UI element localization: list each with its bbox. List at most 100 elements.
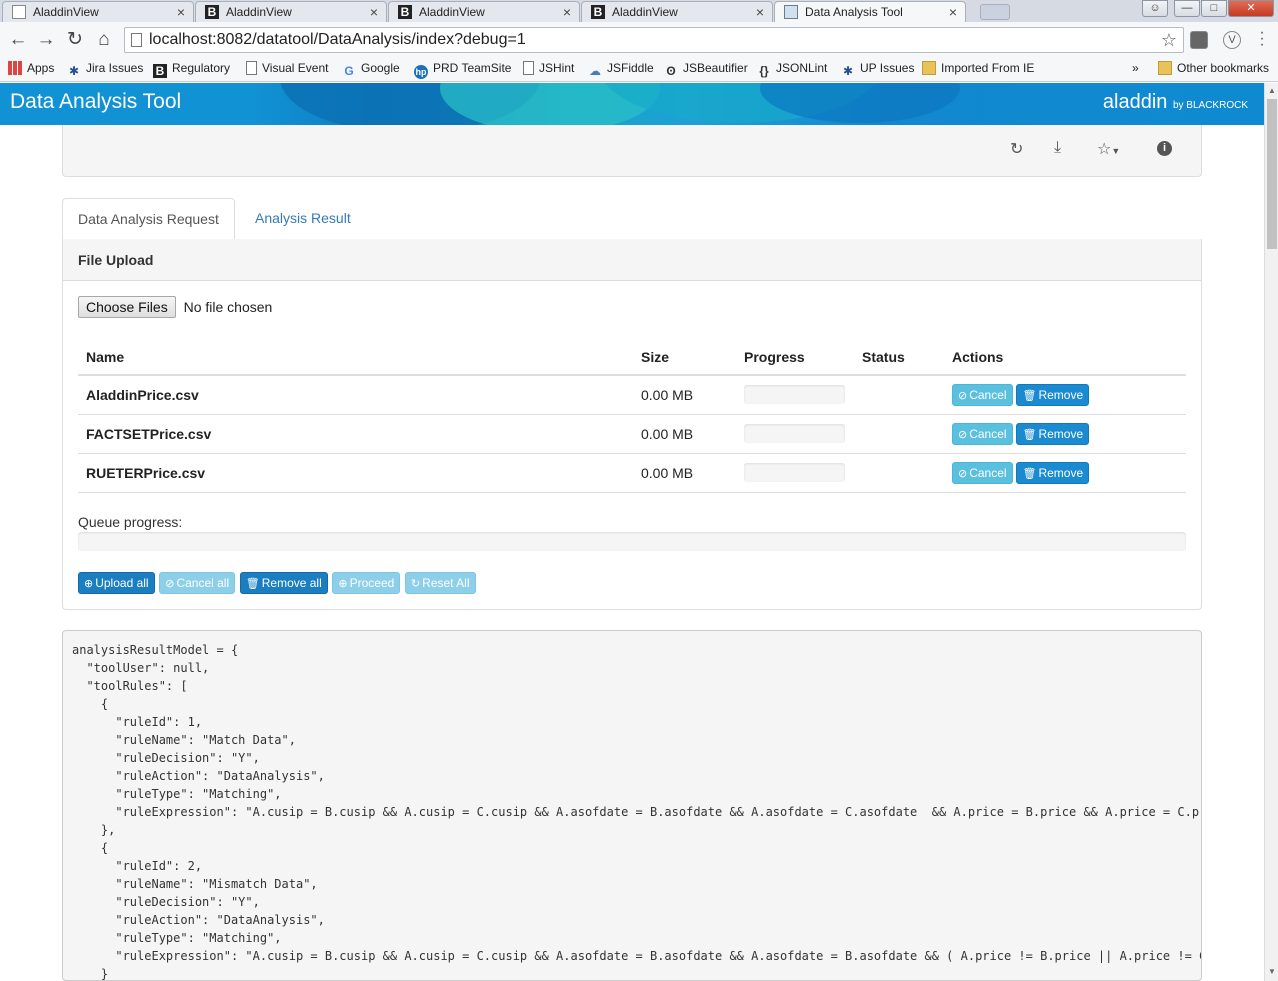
cancel-all-button[interactable]: ⊘ Cancel all: [159, 572, 236, 594]
code-line: "toolRules": [: [72, 679, 188, 693]
scrollbar-thumb[interactable]: [1267, 99, 1277, 249]
trash-icon: 🗑: [1022, 428, 1037, 441]
home-icon[interactable]: ⌂: [92, 28, 116, 52]
browser-tab[interactable]: B AladdinView ×: [388, 1, 580, 22]
code-line: analysisResultModel = {: [72, 643, 239, 657]
bookmark-jsfiddle[interactable]: ☁ JSFiddle: [588, 58, 654, 78]
browser-tab[interactable]: B AladdinView ×: [581, 1, 773, 22]
file-chooser[interactable]: Choose Files No file chosen: [78, 296, 272, 318]
jira-icon: ✱: [842, 64, 854, 78]
refresh-icon[interactable]: ↻: [1010, 139, 1023, 159]
file-size: 0.00 MB: [633, 375, 736, 415]
close-icon[interactable]: ×: [563, 2, 571, 22]
bookmark-visual-event[interactable]: Visual Event: [246, 58, 329, 78]
page-scrollbar[interactable]: ▲ ▼: [1264, 83, 1278, 981]
bookmark-imported-from-ie[interactable]: Imported From IE: [922, 58, 1034, 78]
code-line: "ruleName": "Match Data",: [72, 733, 296, 747]
file-upload-panel: File Upload Choose Files No file chosen …: [62, 239, 1202, 610]
scroll-up-arrow-icon[interactable]: ▲: [1268, 86, 1276, 95]
file-size: 0.00 MB: [633, 453, 736, 493]
image-icon: [784, 5, 798, 19]
no-file-text: No file chosen: [183, 299, 273, 315]
maximize-button[interactable]: □: [1201, 0, 1227, 17]
address-bar[interactable]: localhost:8082/datatool/DataAnalysis/ind…: [124, 27, 1184, 53]
extension-v-icon[interactable]: V: [1223, 31, 1241, 49]
info-icon[interactable]: i: [1157, 141, 1172, 156]
extension-icon[interactable]: [1190, 31, 1208, 49]
page-icon: [131, 33, 142, 47]
code-line: "ruleType": "Matching",: [72, 931, 282, 945]
browser-tab[interactable]: B AladdinView ×: [195, 1, 387, 22]
brand-logo: aladdin by BLACKROCK: [1102, 91, 1248, 113]
queue-progress-label: Queue progress:: [78, 514, 183, 530]
bookmark-jira[interactable]: ✱ Jira Issues: [67, 58, 143, 78]
close-icon[interactable]: ×: [756, 2, 764, 22]
bookmark-star-icon[interactable]: ☆: [1161, 28, 1177, 52]
apps-icon: [8, 61, 22, 75]
queue-progress-bar: [78, 532, 1186, 551]
remove-button[interactable]: 🗑 Remove: [1016, 461, 1090, 484]
menu-icon[interactable]: · · ·: [1254, 25, 1270, 53]
ban-icon: ⊘: [958, 428, 968, 441]
google-icon: G: [344, 64, 354, 78]
close-icon[interactable]: ×: [949, 2, 957, 22]
b-logo-icon: B: [153, 64, 167, 78]
back-arrow-icon[interactable]: ←: [6, 28, 30, 52]
files-table: Name Size Progress Status Actions Aladdi…: [78, 339, 1186, 493]
table-row: FACTSETPrice.csv 0.00 MB ⊘ Cancel 🗑 Remove: [78, 414, 1186, 454]
code-line: "ruleDecision": "Y",: [72, 895, 260, 909]
browser-tab[interactable]: AladdinView ×: [2, 1, 194, 22]
hp-icon: hp: [414, 65, 428, 79]
column-header-actions: Actions: [944, 339, 1186, 376]
star-dropdown-icon[interactable]: ☆▼: [1097, 139, 1120, 159]
reset-all-button[interactable]: ↻ Reset All: [404, 572, 476, 594]
upload-all-button[interactable]: ⊕ Upload all: [78, 572, 155, 594]
window-close-button[interactable]: ✕: [1228, 0, 1274, 17]
browser-tab-active[interactable]: Data Analysis Tool ×: [774, 1, 966, 23]
reload-icon[interactable]: ↻: [63, 28, 87, 52]
bookmark-up-issues[interactable]: ✱ UP Issues: [841, 58, 915, 78]
bookmark-apps[interactable]: Apps: [8, 58, 54, 78]
bookmark-jshint[interactable]: JSHint: [523, 58, 574, 78]
close-icon[interactable]: ×: [370, 2, 378, 22]
minimize-button[interactable]: —: [1174, 0, 1200, 17]
new-tab-button[interactable]: [980, 4, 1010, 20]
cancel-button[interactable]: ⊘ Cancel: [952, 422, 1013, 445]
file-progress-bar: [744, 463, 845, 482]
other-bookmarks[interactable]: Other bookmarks: [1158, 58, 1269, 78]
remove-button[interactable]: 🗑 Remove: [1016, 422, 1090, 445]
tool-panel: ↻ ⤓ ☆▼ i: [62, 125, 1202, 177]
ban-icon: ⊘: [165, 578, 175, 590]
owl-icon: ʘ: [666, 64, 676, 78]
scroll-down-arrow-icon[interactable]: ▼: [1268, 967, 1276, 976]
remove-button[interactable]: 🗑 Remove: [1016, 383, 1090, 406]
download-icon[interactable]: ⤓: [1054, 139, 1061, 157]
tab-data-analysis-request[interactable]: Data Analysis Request: [62, 198, 235, 240]
file-status: [854, 414, 944, 454]
bookmark-jsbeautifier[interactable]: ʘ JSBeautifier: [664, 58, 747, 78]
choose-files-button[interactable]: Choose Files: [78, 296, 176, 318]
close-icon[interactable]: ×: [177, 2, 185, 22]
tab-analysis-result[interactable]: Analysis Result: [240, 198, 366, 240]
b-logo-icon: B: [205, 5, 219, 19]
upload-circle-icon: ⊕: [84, 578, 94, 590]
bookmark-prd-teamsite[interactable]: hp PRD TeamSite: [414, 58, 511, 79]
column-header-name: Name: [78, 339, 633, 376]
proceed-button[interactable]: ⊕ Proceed: [332, 572, 401, 594]
cancel-button[interactable]: ⊘ Cancel: [952, 383, 1013, 406]
bookmark-overflow-chevron[interactable]: »: [1132, 58, 1139, 78]
file-size: 0.00 MB: [633, 414, 736, 454]
user-icon[interactable]: ☺: [1142, 0, 1168, 17]
remove-all-button[interactable]: 🗑 Remove all: [239, 572, 328, 594]
cancel-button[interactable]: ⊘ Cancel: [952, 461, 1013, 484]
bookmark-jsonlint[interactable]: {} JSONLint: [757, 58, 827, 78]
refresh-icon: ↻: [410, 578, 421, 590]
url-text[interactable]: localhost:8082/datatool/DataAnalysis/ind…: [149, 28, 526, 52]
forward-arrow-icon[interactable]: →: [34, 28, 58, 52]
table-row: AladdinPrice.csv 0.00 MB ⊘ Cancel 🗑 Remove: [78, 375, 1186, 415]
bookmark-google[interactable]: G Google: [342, 58, 399, 78]
arrow-circle-icon: ⊕: [338, 578, 348, 590]
app-header: Data Analysis Tool aladdin by BLACKROCK: [0, 83, 1264, 125]
content-tabs: Data Analysis Request Analysis Result: [62, 198, 1202, 240]
bookmark-regulatory[interactable]: B Regulatory: [153, 58, 230, 78]
